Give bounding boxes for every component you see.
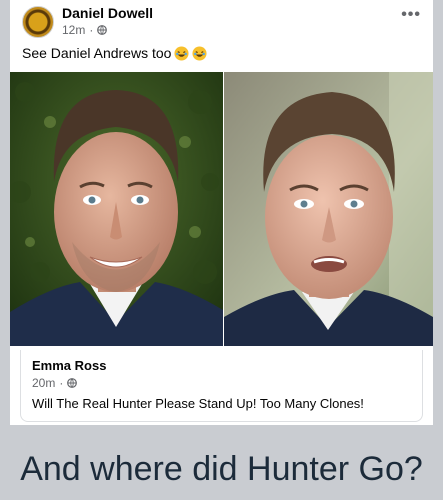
globe-icon xyxy=(97,25,108,35)
shared-post-meta: 20m · xyxy=(32,376,78,390)
laughing-emoji-icon xyxy=(174,45,189,61)
shared-post-time[interactable]: 20m xyxy=(32,376,55,390)
portrait-image-left xyxy=(10,72,223,346)
post-time[interactable]: 12m xyxy=(62,23,85,37)
more-options-button[interactable]: ••• xyxy=(401,6,421,24)
post-author[interactable]: Daniel Dowell xyxy=(62,5,153,21)
photo-left[interactable] xyxy=(10,72,223,346)
post-card: Daniel Dowell 12m · ••• See Daniel Andre… xyxy=(10,0,433,425)
shared-post-author[interactable]: Emma Ross xyxy=(32,358,106,373)
photo-right[interactable] xyxy=(224,72,433,346)
avatar[interactable] xyxy=(22,6,54,38)
post-text: See Daniel Andrews too xyxy=(22,45,172,61)
laughing-emoji-icon xyxy=(192,45,207,61)
shared-post[interactable]: Emma Ross 20m · Will The Real Hunter Ple… xyxy=(20,350,423,422)
globe-icon xyxy=(67,378,78,388)
post-meta: 12m · xyxy=(62,23,108,37)
portrait-image-right xyxy=(224,72,433,346)
post-header: Daniel Dowell 12m · ••• See Daniel Andre… xyxy=(10,0,433,70)
post-text-row: See Daniel Andrews too xyxy=(22,45,207,61)
meme-caption: And where did Hunter Go? xyxy=(20,450,423,488)
shared-post-text: Will The Real Hunter Please Stand Up! To… xyxy=(32,396,364,411)
